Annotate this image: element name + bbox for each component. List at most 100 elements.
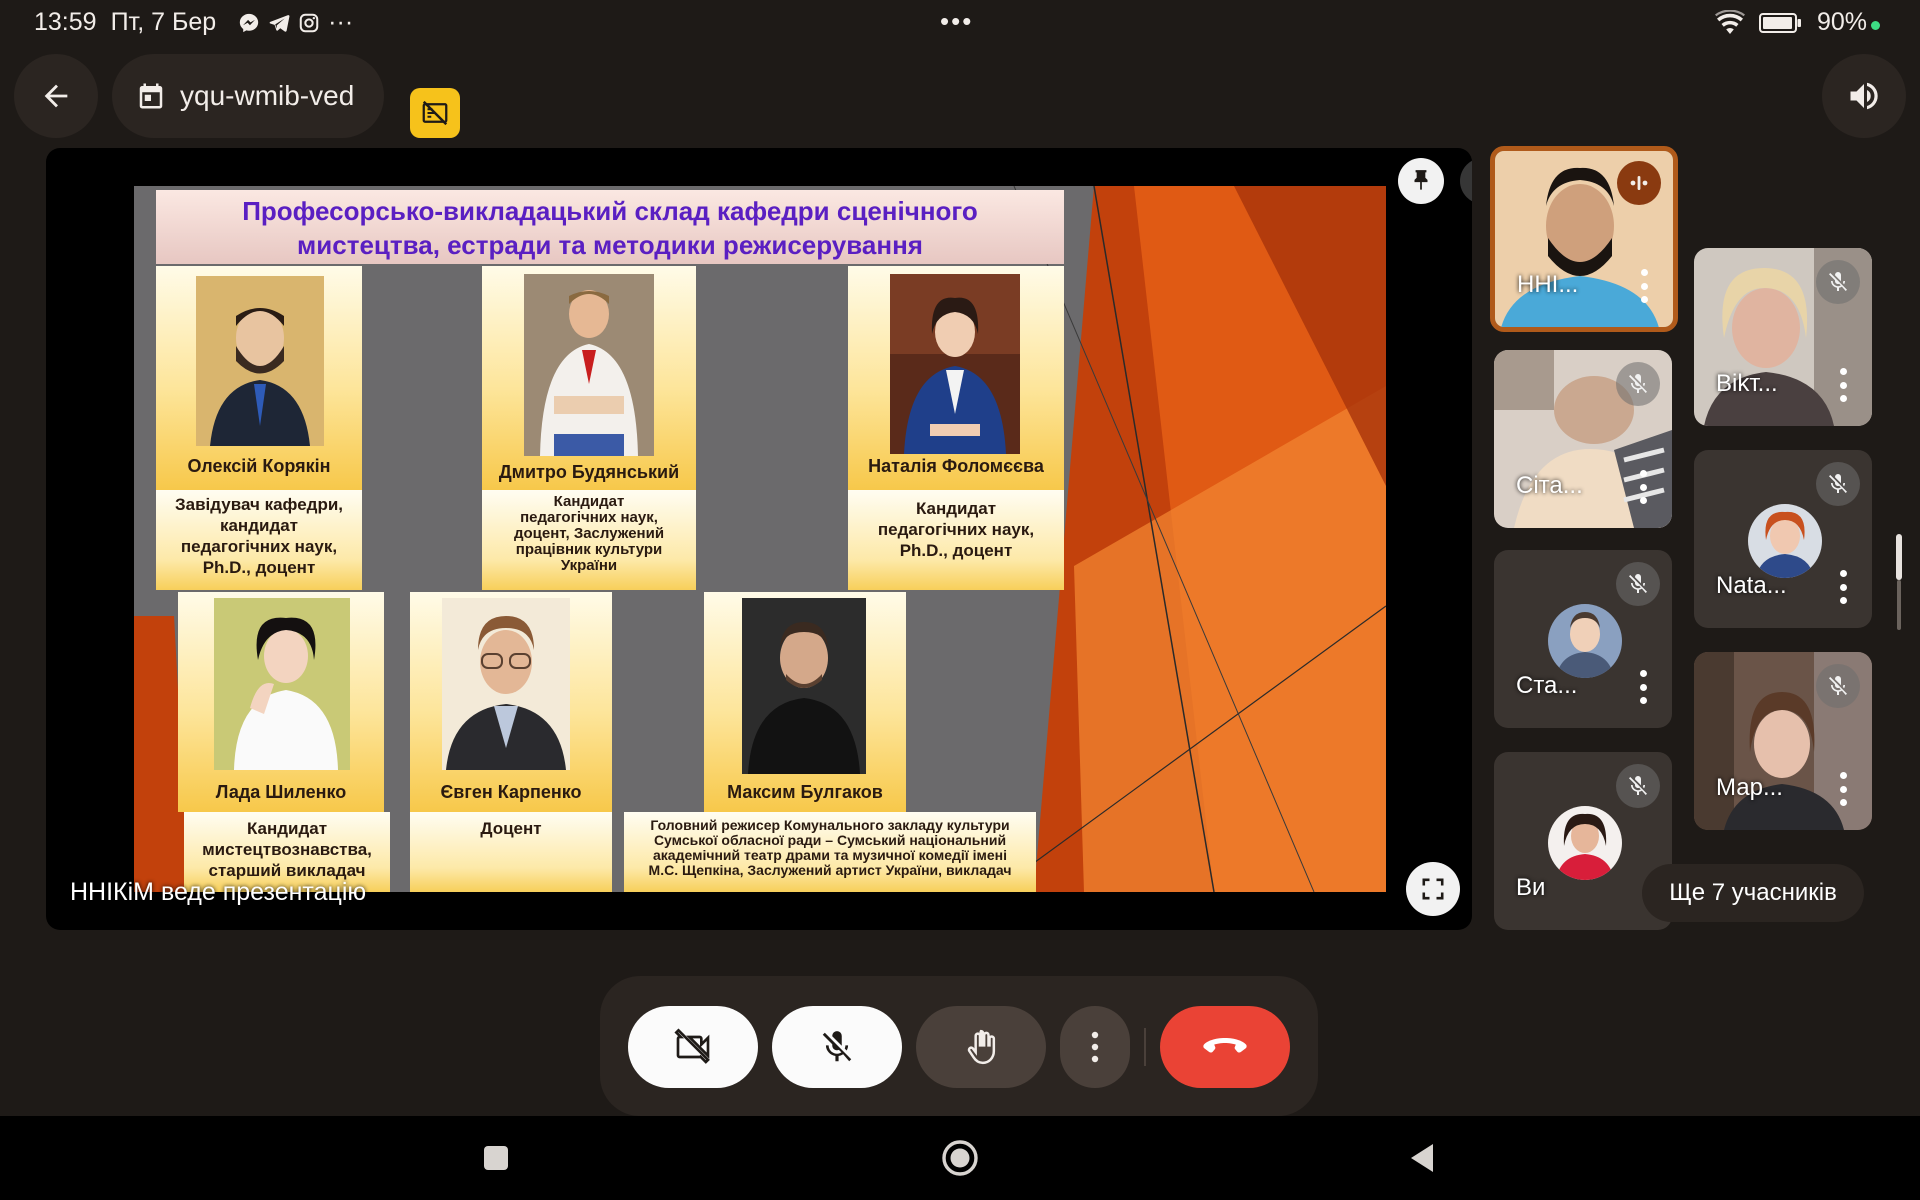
participant-muted-indicator — [1616, 562, 1660, 606]
battery-level: 90% — [1817, 8, 1880, 37]
desc-line: Доцент — [480, 819, 542, 838]
end-call-button[interactable] — [1160, 1006, 1290, 1088]
person-card: Лада Шиленко — [178, 592, 384, 812]
notification-icons: ··· — [238, 8, 353, 37]
slide-title-line1: Професорсько-викладацький склад кафедри … — [242, 196, 978, 226]
desc-line: академічний театр драми та музичної коме… — [653, 847, 1007, 863]
participant-options-button[interactable] — [1638, 470, 1648, 504]
participant-muted-indicator — [1816, 260, 1860, 304]
participants-scrollbar-thumb[interactable] — [1896, 534, 1902, 580]
microphone-toggle-button[interactable] — [772, 1006, 902, 1088]
system-back-button[interactable] — [1400, 1136, 1444, 1180]
participant-options-button[interactable] — [1639, 269, 1649, 303]
arrow-left-icon — [44, 84, 68, 108]
participant-name: Сіта... — [1516, 472, 1583, 499]
person-name: Максим Булгаков — [727, 782, 883, 802]
person-card: Максим Булгаков — [704, 592, 906, 812]
avatar — [1548, 806, 1622, 880]
desc-line: педагогічних наук, — [520, 509, 658, 526]
hang-up-icon — [1203, 1038, 1247, 1053]
back-button[interactable] — [14, 54, 98, 138]
camera-toggle-button[interactable] — [628, 1006, 758, 1088]
recents-button[interactable] — [474, 1136, 518, 1180]
home-circle-icon — [942, 1140, 978, 1176]
raise-hand-button[interactable] — [916, 1006, 1046, 1088]
presenter-muted-indicator — [1460, 158, 1472, 204]
participant-options-button[interactable] — [1838, 772, 1848, 806]
status-left: 13:59 Пт, 7 Бер ··· — [34, 8, 353, 37]
volume-icon — [1850, 82, 1878, 110]
participant-options-button[interactable] — [1638, 670, 1648, 704]
portrait-photo — [742, 598, 866, 774]
participant-tile[interactable]: Сіта... — [1494, 350, 1672, 528]
participant-options-button[interactable] — [1838, 570, 1848, 604]
participant-muted-indicator — [1616, 362, 1660, 406]
controls-divider — [1144, 1028, 1146, 1066]
person-name: Наталія Фоломєєва — [868, 456, 1044, 476]
presenter-label: ННІКіМ веде презентацію — [70, 878, 367, 906]
desc-line: Кандидат — [553, 493, 625, 510]
video-off-icon — [674, 1028, 710, 1064]
more-options-button[interactable] — [1060, 1006, 1130, 1088]
avatar-photo — [1548, 806, 1622, 880]
person-name: Лада Шиленко — [215, 782, 347, 802]
participant-tile[interactable]: Віkт... — [1694, 248, 1872, 426]
audio-level-icon — [1630, 176, 1648, 190]
instagram-icon — [299, 13, 319, 32]
charging-dot — [1871, 21, 1880, 30]
desc-line: працівник культури — [515, 541, 663, 558]
avatar-photo — [1548, 604, 1622, 678]
participant-name: Ви — [1516, 874, 1546, 901]
speaking-indicator — [1617, 161, 1661, 205]
person-card: Євген Карпенко — [410, 592, 612, 812]
desc-line: Завідувач кафедри, — [175, 495, 343, 514]
participant-tile[interactable]: Nata... — [1694, 450, 1872, 628]
mic-off-icon — [1629, 574, 1647, 593]
status-bar: 13:59 Пт, 7 Бер ··· ••• 90% — [0, 0, 1920, 46]
participant-name: Nata... — [1716, 572, 1787, 599]
presentation-stage[interactable]: Професорсько-викладацький склад кафедри … — [46, 148, 1472, 930]
mic-off-icon — [1829, 474, 1847, 493]
person-name: Дмитро Будянський — [498, 462, 680, 482]
participant-tile[interactable]: Мар... — [1694, 652, 1872, 830]
person-card: Наталія Фоломєєва — [848, 266, 1064, 490]
no-camera-badge[interactable] — [410, 88, 460, 138]
participant-name: ННІ... — [1517, 271, 1579, 298]
participant-options-button[interactable] — [1838, 368, 1848, 402]
wifi-icon — [1714, 9, 1745, 34]
desc-line: доцент, Заслужений — [513, 525, 665, 542]
portrait-photo — [524, 274, 654, 456]
clock: 13:59 — [34, 8, 97, 36]
desc-line: педагогічних наук, — [180, 537, 338, 556]
participants-scrollbar-track[interactable] — [1897, 580, 1901, 630]
home-button[interactable] — [938, 1136, 982, 1180]
calendar-icon — [139, 83, 163, 109]
avatar — [1748, 504, 1822, 578]
portrait-photo — [890, 274, 1020, 454]
more-vert-icon — [1091, 1031, 1099, 1063]
mic-off-icon — [822, 1031, 852, 1062]
status-more-dots[interactable]: ••• — [940, 6, 973, 37]
self-muted-indicator — [1616, 764, 1660, 808]
triangle-back-icon — [1411, 1144, 1433, 1172]
battery-icon — [1758, 12, 1801, 33]
square-icon — [484, 1146, 508, 1170]
audio-output-button[interactable] — [1822, 54, 1906, 138]
participant-tile-active[interactable]: ННІ... — [1490, 146, 1678, 332]
fullscreen-icon — [1422, 878, 1444, 900]
more-participants-button[interactable]: Ще 7 учасників — [1642, 864, 1864, 922]
person-name: Олексій Корякін — [187, 456, 331, 476]
fullscreen-button[interactable] — [1406, 862, 1460, 916]
desc-line: Кандидат — [915, 499, 997, 518]
portrait-photo — [442, 598, 570, 770]
desc-line: педагогічних наук, — [877, 520, 1035, 539]
participant-tile[interactable]: Ста... — [1494, 550, 1672, 728]
overflow-indicator: ··· — [328, 8, 354, 36]
meeting-code: yqu-wmib-ved — [180, 80, 355, 111]
meeting-info-chip[interactable]: yqu-wmib-ved — [112, 54, 384, 138]
pin-button[interactable] — [1398, 158, 1444, 204]
person-description: Завідувач кафедри, кандидат педагогічних… — [156, 490, 362, 590]
desc-line: Сумської обласної ради – Сумський націон… — [653, 832, 1007, 848]
messenger-icon — [240, 13, 259, 32]
mic-off-icon — [1629, 776, 1647, 795]
